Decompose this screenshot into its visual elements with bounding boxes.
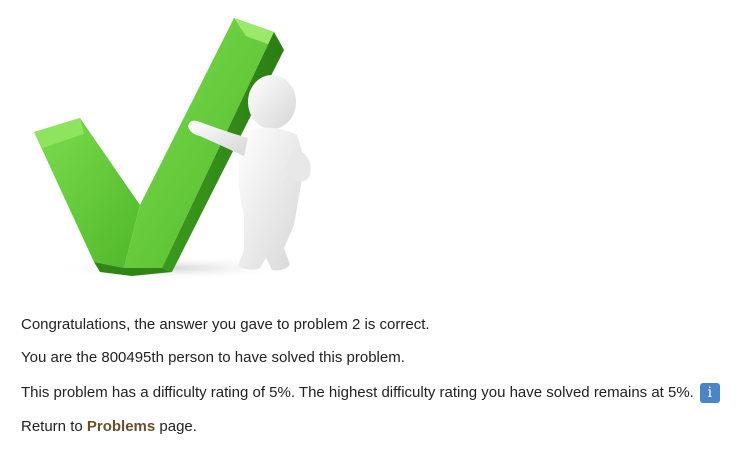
- difficulty-text: This problem has a difficulty rating of …: [21, 384, 694, 401]
- return-suffix: page.: [159, 418, 197, 435]
- congrats-message: Congratulations, the answer you gave to …: [21, 316, 430, 333]
- return-prefix: Return to: [21, 418, 83, 435]
- solver-count-message: You are the 800495th person to have solv…: [21, 349, 405, 366]
- problems-link[interactable]: Problems: [87, 418, 155, 435]
- return-message: Return to Problems page.: [21, 418, 197, 436]
- difficulty-message: This problem has a difficulty rating of …: [21, 383, 720, 403]
- checkmark-icon: [34, 18, 311, 280]
- info-icon[interactable]: i: [699, 383, 720, 403]
- success-illustration: [22, 10, 342, 285]
